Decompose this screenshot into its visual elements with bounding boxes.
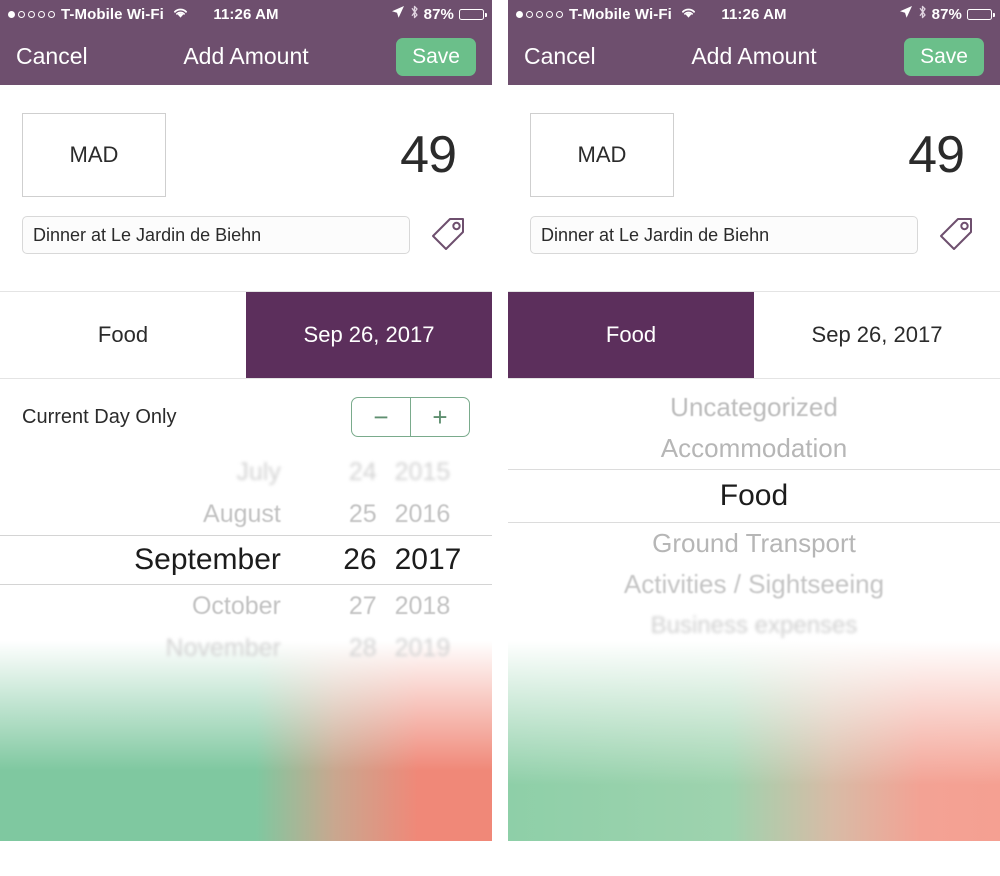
signal-strength-dots-icon — [516, 11, 563, 18]
date-picker-area: Current Day Only − + July 24 2015 August — [0, 379, 492, 841]
phone-screen-left: T-Mobile Wi-Fi 11:26 AM 87% Cancel Add A… — [0, 0, 492, 876]
day-cell: 27 — [307, 592, 395, 621]
tag-icon[interactable] — [934, 213, 978, 257]
month-cell: July — [28, 458, 307, 487]
battery-percent-label: 87% — [932, 6, 962, 23]
amount-value[interactable]: 49 — [400, 125, 470, 185]
category-row-selected[interactable]: Food — [508, 469, 1000, 523]
segment-tabs: Food Sep 26, 2017 — [0, 291, 492, 379]
amount-row: MAD 49 — [508, 85, 1000, 195]
status-bar: T-Mobile Wi-Fi 11:26 AM 87% — [0, 0, 492, 28]
category-row[interactable]: Activities / Sightseeing — [508, 564, 1000, 605]
category-row[interactable]: Uncategorized — [508, 387, 1000, 428]
amount-value[interactable]: 49 — [908, 125, 978, 185]
stepper-plus-button[interactable]: + — [411, 398, 469, 436]
date-wheel-row[interactable]: July 24 2015 — [0, 451, 492, 493]
form-content: MAD 49 Food Sep 26, 2017 Uncategorize — [508, 85, 1000, 841]
category-picker-area: Uncategorized Accommodation Food Ground … — [508, 379, 1000, 841]
dual-screenshot-stage: T-Mobile Wi-Fi 11:26 AM 87% Cancel Add A… — [0, 0, 1000, 876]
save-button[interactable]: Save — [396, 38, 476, 76]
note-input[interactable] — [22, 216, 410, 254]
bluetooth-icon — [918, 5, 927, 23]
note-row — [508, 195, 1000, 257]
tab-category[interactable]: Food — [0, 292, 246, 378]
day-cell: 25 — [307, 500, 395, 529]
save-button[interactable]: Save — [904, 38, 984, 76]
date-wheel[interactable]: July 24 2015 August 25 2016 September 26… — [0, 451, 492, 661]
form-content: MAD 49 Food Sep 26, 2017 Current Day — [0, 85, 492, 841]
month-cell-selected: September — [28, 543, 307, 577]
status-bar-left: T-Mobile Wi-Fi — [516, 6, 697, 23]
cancel-button[interactable]: Cancel — [524, 43, 596, 70]
year-cell: 2015 — [395, 458, 492, 487]
cancel-button[interactable]: Cancel — [16, 43, 88, 70]
bluetooth-icon — [410, 5, 419, 23]
bottom-gradient-overlay — [508, 641, 1000, 841]
stepper-minus-button[interactable]: − — [352, 398, 410, 436]
status-bar-left: T-Mobile Wi-Fi — [8, 6, 189, 23]
month-cell: November — [28, 634, 307, 662]
year-cell-selected: 2017 — [395, 543, 492, 577]
day-cell: 28 — [307, 634, 395, 662]
date-wheel-row[interactable]: August 25 2016 — [0, 493, 492, 535]
currency-selector[interactable]: MAD — [530, 113, 674, 197]
date-wheel-row[interactable]: November 28 2019 — [0, 627, 492, 661]
battery-icon — [967, 9, 992, 20]
tab-date[interactable]: Sep 26, 2017 — [246, 292, 492, 378]
category-row[interactable]: Ground Transport — [508, 523, 1000, 564]
navigation-bar: Cancel Add Amount Save — [0, 28, 492, 85]
segment-tabs: Food Sep 26, 2017 — [508, 291, 1000, 379]
panel-divider — [492, 0, 508, 876]
location-arrow-icon — [391, 5, 405, 23]
battery-percent-label: 87% — [424, 6, 454, 23]
category-row[interactable]: Accommodation — [508, 428, 1000, 469]
status-bar-right: 87% — [899, 5, 992, 23]
signal-strength-dots-icon — [8, 11, 55, 18]
note-input[interactable] — [530, 216, 918, 254]
tag-icon[interactable] — [426, 213, 470, 257]
bottom-gradient-overlay — [0, 641, 492, 841]
current-day-only-label: Current Day Only — [22, 406, 177, 429]
location-arrow-icon — [899, 5, 913, 23]
wifi-icon — [680, 6, 697, 23]
tab-date[interactable]: Sep 26, 2017 — [754, 292, 1000, 378]
current-day-only-row: Current Day Only − + — [0, 379, 492, 437]
day-cell-selected: 26 — [307, 543, 395, 577]
category-wheel[interactable]: Uncategorized Accommodation Food Ground … — [508, 379, 1000, 646]
tab-category[interactable]: Food — [508, 292, 754, 378]
status-bar: T-Mobile Wi-Fi 11:26 AM 87% — [508, 0, 1000, 28]
year-cell: 2019 — [395, 634, 492, 662]
note-row — [0, 195, 492, 257]
carrier-label: T-Mobile Wi-Fi — [61, 6, 164, 23]
wifi-icon — [172, 6, 189, 23]
carrier-label: T-Mobile Wi-Fi — [569, 6, 672, 23]
category-row[interactable]: Business expenses — [508, 605, 1000, 646]
month-cell: August — [28, 500, 307, 529]
day-cell: 24 — [307, 458, 395, 487]
amount-row: MAD 49 — [0, 85, 492, 195]
phone-screen-right: T-Mobile Wi-Fi 11:26 AM 87% Cancel Add A… — [508, 0, 1000, 876]
year-cell: 2018 — [395, 592, 492, 621]
navigation-bar: Cancel Add Amount Save — [508, 28, 1000, 85]
date-wheel-row[interactable]: October 27 2018 — [0, 585, 492, 627]
month-cell: October — [28, 592, 307, 621]
status-bar-right: 87% — [391, 5, 484, 23]
year-cell: 2016 — [395, 500, 492, 529]
battery-icon — [459, 9, 484, 20]
date-wheel-row-selected[interactable]: September 26 2017 — [0, 535, 492, 585]
day-stepper: − + — [351, 397, 470, 437]
currency-selector[interactable]: MAD — [22, 113, 166, 197]
